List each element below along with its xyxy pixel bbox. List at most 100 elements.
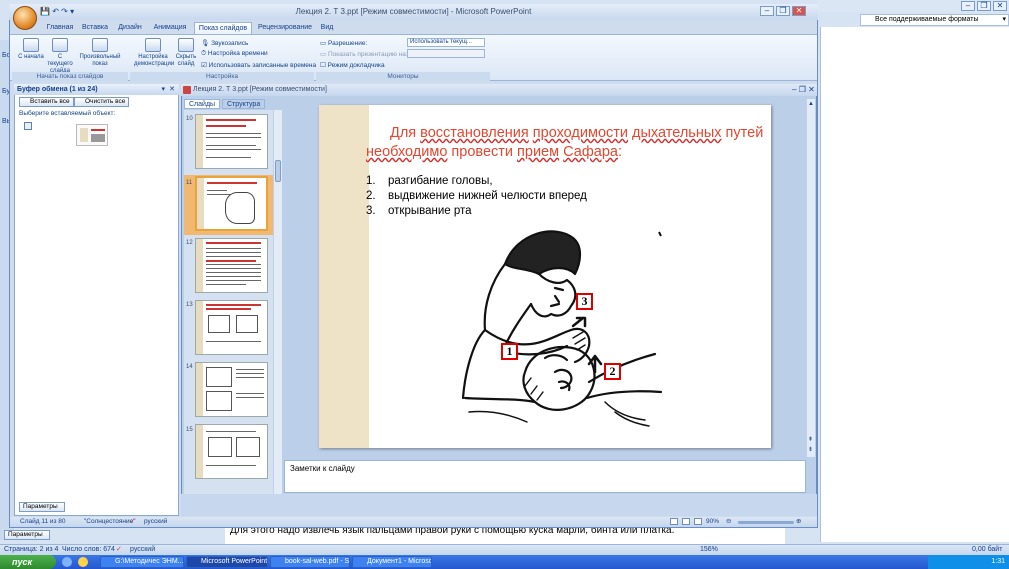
close-icon[interactable]: ✕ xyxy=(808,85,815,94)
slide-thumbnail[interactable] xyxy=(195,238,268,293)
list-item: 2. выдвижение нижней челюсти вперед xyxy=(366,189,587,204)
slide-bullet-list[interactable]: 1. разгибание головы, 2. выдвижение нижней… xyxy=(366,174,587,219)
sorter-view-icon[interactable] xyxy=(682,518,690,525)
slide-thumbnail[interactable] xyxy=(195,300,268,355)
start-button[interactable]: пуск xyxy=(0,555,56,569)
slideshow-view-icon[interactable] xyxy=(694,518,702,525)
rehearse-timings-button[interactable]: ⏱ Настройка времени xyxy=(201,50,268,58)
clipboard-params-button[interactable]: Параметры xyxy=(19,502,65,512)
hide-slide-icon xyxy=(178,38,194,52)
title-text: провести xyxy=(447,144,518,160)
restore-icon[interactable]: ❐ xyxy=(776,6,790,16)
slide-thumbnail[interactable] xyxy=(195,362,268,417)
record-sound-button[interactable]: 🎙 Звукозапись xyxy=(201,39,248,47)
group-label-monitors: Мониторы xyxy=(316,72,490,81)
zoom-in-icon[interactable]: ⊕ xyxy=(796,517,801,527)
close-icon[interactable]: ✕ xyxy=(169,84,175,95)
quicklaunch-icon[interactable] xyxy=(78,557,88,567)
tab-home[interactable]: Главная xyxy=(44,22,76,34)
label-box-1: 1 xyxy=(501,343,518,360)
chevron-down-icon[interactable]: ▾ xyxy=(161,84,165,95)
tab-view[interactable]: Вид xyxy=(318,22,336,34)
tab-animation[interactable]: Анимация xyxy=(148,22,192,34)
minimize-icon[interactable]: – xyxy=(792,85,796,94)
taskbar-item-powerpoint[interactable]: Microsoft PowerPoint xyxy=(186,556,268,568)
tab-insert[interactable]: Вставка xyxy=(78,22,112,34)
word-status-page[interactable]: Страница: 2 из 4 xyxy=(4,545,58,555)
word-status-words[interactable]: Число слов: 674 xyxy=(62,545,115,555)
next-slide-icon[interactable]: ⇟ xyxy=(808,446,813,453)
save-icon[interactable]: 💾 xyxy=(40,7,50,16)
scroll-thumb[interactable] xyxy=(275,160,281,182)
close-icon[interactable]: ✕ xyxy=(792,6,806,16)
quicklaunch-icon[interactable] xyxy=(62,557,72,567)
slide-scrollbar[interactable]: ▲ ⇞ ⇟ xyxy=(806,99,815,457)
taskbar-item-word[interactable]: Документ1 - Microso... xyxy=(352,556,432,568)
notes-pane[interactable]: Заметки к слайду xyxy=(284,460,806,493)
presenter-view-checkbox[interactable]: ☐ Режим докладчика xyxy=(320,61,385,69)
clipboard-item-thumb xyxy=(80,128,88,142)
custom-show-button[interactable]: Произвольный показ xyxy=(78,38,122,68)
slide-title[interactable]: Для восстановления проходимости дыхатель… xyxy=(366,124,766,162)
clock[interactable]: 1:31 xyxy=(991,558,1005,565)
restore-icon[interactable]: ❐ xyxy=(799,85,806,94)
clipboard-title: Буфер обмена (1 из 24) ▾ ✕ xyxy=(14,84,179,95)
scroll-up-icon[interactable]: ▲ xyxy=(808,101,814,107)
slide-thumbnail[interactable] xyxy=(195,424,268,479)
title-text: путей xyxy=(721,125,764,141)
tab-slides[interactable]: Слайды xyxy=(184,99,221,109)
word-params-button[interactable]: Параметры xyxy=(4,530,50,540)
spellcheck-icon[interactable]: ✓ xyxy=(116,545,122,555)
zoom-slider[interactable] xyxy=(738,521,794,524)
minimize-icon[interactable]: – xyxy=(760,6,774,16)
safar-maneuver-illustration[interactable] xyxy=(455,222,665,440)
prev-slide-icon[interactable]: ⇞ xyxy=(808,436,813,443)
tab-review[interactable]: Рецензирование xyxy=(254,22,316,34)
paste-all-button[interactable]: Вставить все xyxy=(19,97,74,107)
redo-icon[interactable]: ↷ xyxy=(61,7,68,16)
title-text: прием xyxy=(517,144,560,160)
status-theme[interactable]: "Солнцестояние" xyxy=(84,517,136,527)
thumbnails-scrollbar[interactable] xyxy=(273,110,282,494)
undo-icon[interactable]: ↶ xyxy=(52,7,59,16)
close-icon[interactable]: ✕ xyxy=(993,1,1007,11)
monitor-icon: ▭ xyxy=(320,51,327,58)
resolution-label-text: Разрешение: xyxy=(327,40,368,47)
clipboard-pane xyxy=(14,84,179,516)
setup-show-button[interactable]: Настройка демонстрации xyxy=(134,38,174,68)
from-current-button[interactable]: С текущего слайда xyxy=(46,38,74,75)
list-item: 1. разгибание головы, xyxy=(366,174,587,189)
spellcheck-icon[interactable]: ✓ xyxy=(130,517,135,527)
from-start-button[interactable]: С начала xyxy=(18,38,44,61)
taskbar-item-folder[interactable]: G:\Методичес ЭНМ... xyxy=(100,556,184,568)
office-button[interactable] xyxy=(13,6,37,30)
hide-slide-button[interactable]: Скрыть слайд xyxy=(174,38,198,68)
label-box-3: 3 xyxy=(576,293,593,310)
clear-all-button[interactable]: Очистить все xyxy=(74,97,130,107)
taskbar-item-pdf[interactable]: book-sal-web.pdf - S... xyxy=(270,556,350,568)
slide-thumbnail[interactable] xyxy=(195,114,268,169)
clipboard-item[interactable] xyxy=(76,124,108,146)
tab-slideshow[interactable]: Показ слайдов xyxy=(194,22,252,34)
zoom-value[interactable]: 90% xyxy=(706,517,719,527)
restore-icon[interactable]: ❐ xyxy=(977,1,991,11)
status-slide-of[interactable]: Слайд 11 из 80 xyxy=(20,517,66,527)
slide-thumbnail-selected[interactable] xyxy=(195,176,268,231)
word-status-lang[interactable]: русский xyxy=(130,545,155,555)
hide-slide-label: Скрыть слайд xyxy=(175,54,197,67)
use-timings-checkbox[interactable]: ☑ Использовать записанные времена xyxy=(201,61,316,69)
normal-view-icon[interactable] xyxy=(670,518,678,525)
checkbox-icon: ☐ xyxy=(320,62,326,69)
resolution-select[interactable]: Использовать текущ... xyxy=(407,38,485,47)
list-number: 1. xyxy=(366,175,376,187)
tab-design[interactable]: Дизайн xyxy=(114,22,146,34)
title-text: Для xyxy=(390,125,421,141)
status-lang[interactable]: русский xyxy=(144,517,167,527)
chevron-down-icon[interactable]: ▾ xyxy=(70,7,74,16)
show-on-select[interactable] xyxy=(407,49,485,58)
word-zoom-value[interactable]: 156% xyxy=(700,545,718,555)
minimize-icon[interactable]: – xyxy=(961,1,975,11)
zoom-out-icon[interactable]: ⊖ xyxy=(726,517,731,527)
tab-outline[interactable]: Структура xyxy=(222,99,266,109)
file-format-select[interactable]: Все поддерживаемые форматы ▾ xyxy=(860,14,1009,26)
